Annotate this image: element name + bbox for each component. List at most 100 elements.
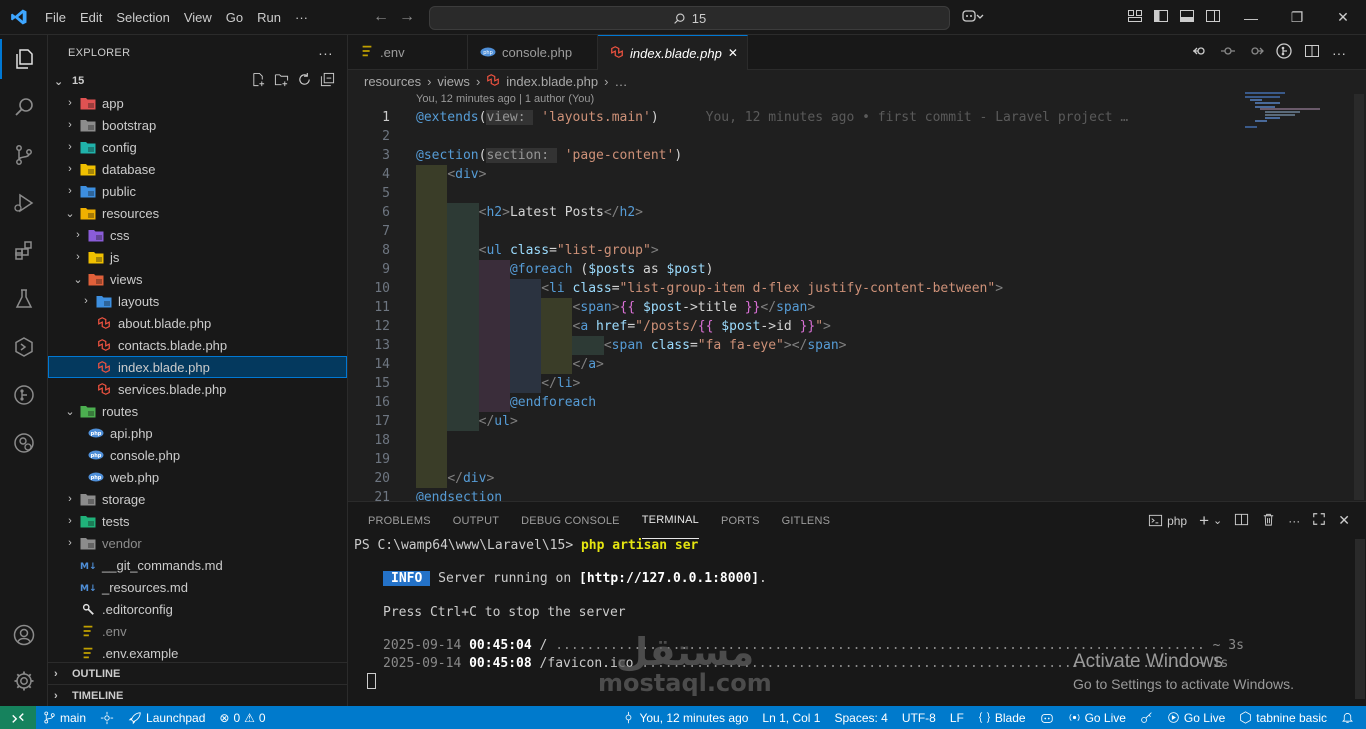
breadcrumb-item[interactable]: resources (364, 74, 421, 89)
chevron-down-icon[interactable]: ⌄ (1213, 514, 1222, 527)
tree-folder[interactable]: › public (48, 180, 347, 202)
menu-item[interactable]: Edit (73, 0, 109, 35)
more-actions-icon[interactable]: ··· (1288, 514, 1300, 528)
refresh-icon[interactable] (297, 72, 312, 90)
tree-folder[interactable]: ⌄ routes (48, 400, 347, 422)
codelens-blame[interactable]: You, 12 minutes ago | 1 author (You) (416, 93, 594, 105)
tree-folder[interactable]: › storage (48, 488, 347, 510)
split-terminal-icon[interactable] (1234, 512, 1249, 530)
search-view-icon[interactable] (0, 87, 48, 127)
forward-arrow-icon[interactable]: → (399, 8, 415, 26)
tree-folder[interactable]: ⌄ views (48, 268, 347, 290)
tree-file[interactable]: M↓ _resources.md (48, 576, 347, 598)
tree-folder[interactable]: › vendor (48, 532, 347, 554)
gitlens-blame-status[interactable]: You, 12 minutes ago (615, 706, 755, 729)
code-line[interactable]: 2 (348, 127, 1348, 146)
code-line[interactable]: 6 <h2>Latest Posts</h2> (348, 203, 1348, 222)
go-live-button-2[interactable]: Go Live (1160, 706, 1232, 729)
accounts-icon[interactable] (0, 615, 48, 655)
split-editor-icon[interactable] (1304, 43, 1320, 62)
run-and-debug-icon[interactable] (0, 183, 48, 223)
explorer-icon[interactable] (0, 39, 48, 79)
launchpad-button[interactable]: Launchpad (121, 706, 212, 729)
tree-folder[interactable]: › config (48, 136, 347, 158)
gitlens-icon[interactable] (0, 375, 48, 415)
close-tab-icon[interactable]: ✕ (728, 46, 738, 60)
sync-icon[interactable] (93, 706, 121, 729)
code-line[interactable]: 8 <ul class="list-group"> (348, 241, 1348, 260)
explorer-more-actions[interactable]: ··· (318, 45, 333, 61)
code-line[interactable]: 13 <span class="fa fa-eye"></span> (348, 336, 1348, 355)
problems-indicator[interactable]: ⊗ 0 ⚠ 0 (212, 706, 272, 729)
menu-item[interactable]: Run (250, 0, 288, 35)
encoding[interactable]: UTF-8 (895, 706, 943, 729)
code-line[interactable]: 11 <span>{{ $post->title }}</span> (348, 298, 1348, 317)
tree-file[interactable]: about.blade.php (48, 312, 347, 334)
tree-file[interactable]: php web.php (48, 466, 347, 488)
tree-file[interactable]: .env.example (48, 642, 347, 664)
tree-folder[interactable]: › js (48, 246, 347, 268)
terminal-shell-selector[interactable]: php (1148, 513, 1187, 528)
tree-folder[interactable]: › database (48, 158, 347, 180)
new-file-icon[interactable] (251, 72, 266, 90)
code-line[interactable]: 9 @foreach ($posts as $post) (348, 260, 1348, 279)
timeline-section[interactable]: › TIMELINE (48, 684, 348, 706)
code-line[interactable]: 3 @section(section: 'page-content') (348, 146, 1348, 165)
code-line[interactable]: 4 <div> (348, 165, 1348, 184)
customize-layout-icon[interactable] (1127, 8, 1143, 27)
menu-item[interactable]: ··· (288, 0, 315, 35)
panel-tab[interactable]: TERMINAL (641, 502, 699, 539)
tree-file[interactable]: php api.php (48, 422, 347, 444)
remote-icon[interactable] (0, 706, 36, 729)
panel-tab[interactable]: GITLENS (782, 502, 830, 539)
panel-tab[interactable]: OUTPUT (453, 502, 499, 539)
editor-tab[interactable]: index.blade.php ✕ (598, 35, 748, 70)
close-window-button[interactable]: ✕ (1320, 0, 1366, 35)
language-mode[interactable]: Blade (971, 706, 1033, 729)
back-arrow-icon[interactable]: ← (373, 8, 389, 26)
code-line[interactable]: 21 @endsection (348, 488, 1348, 501)
more-actions-icon[interactable]: ··· (1332, 45, 1346, 61)
notifications-bell-icon[interactable] (1334, 706, 1366, 729)
toggle-secondary-sidebar-icon[interactable] (1205, 8, 1221, 27)
close-panel-icon[interactable]: ✕ (1338, 512, 1350, 529)
tree-file[interactable]: php console.php (48, 444, 347, 466)
editor-scrollbar[interactable] (1352, 92, 1366, 500)
menu-item[interactable]: View (177, 0, 219, 35)
editor-tab[interactable]: .env (348, 35, 468, 70)
outline-section[interactable]: › OUTLINE (48, 662, 348, 684)
minimap[interactable] (1240, 92, 1350, 132)
new-folder-icon[interactable] (274, 72, 289, 90)
code-line[interactable]: 20 </div> (348, 469, 1348, 488)
code-editor[interactable]: 1 @extends(view: 'layouts.main') You, 12 … (348, 108, 1348, 501)
testing-icon[interactable] (0, 279, 48, 319)
code-line[interactable]: 14 </a> (348, 355, 1348, 374)
remote-explorer-icon[interactable] (0, 327, 48, 367)
collapse-all-icon[interactable] (320, 72, 335, 90)
restore-button[interactable]: ❐ (1274, 0, 1320, 35)
code-line[interactable]: 10 <li class="list-group-item d-flex jus… (348, 279, 1348, 298)
breadcrumb-item[interactable]: … (614, 74, 627, 89)
kill-terminal-trash-icon[interactable] (1261, 512, 1276, 530)
code-line[interactable]: 19 (348, 450, 1348, 469)
gitlens-blame-icon[interactable] (1276, 43, 1292, 62)
code-line[interactable]: 15 </li> (348, 374, 1348, 393)
tabnine-status[interactable]: tabnine basic (1232, 706, 1334, 729)
command-center-search[interactable]: 15 (429, 6, 950, 30)
gitlens-inspect-icon[interactable] (0, 423, 48, 463)
panel-tab[interactable]: PORTS (721, 502, 760, 539)
tree-folder[interactable]: › layouts (48, 290, 347, 312)
menu-item[interactable]: Selection (109, 0, 176, 35)
panel-tab[interactable]: PROBLEMS (368, 502, 431, 539)
tree-folder[interactable]: › css (48, 224, 347, 246)
end-of-line[interactable]: LF (943, 706, 971, 729)
tree-file[interactable]: .env (48, 620, 347, 642)
panel-tab[interactable]: DEBUG CONSOLE (521, 502, 620, 539)
tree-folder[interactable]: › tests (48, 510, 347, 532)
code-line[interactable]: 12 <a href="/posts/{{ $post->id }}"> (348, 317, 1348, 336)
code-line[interactable]: 5 (348, 184, 1348, 203)
minimize-button[interactable]: — (1228, 0, 1274, 35)
code-line[interactable]: 1 @extends(view: 'layouts.main') You, 12 … (348, 108, 1348, 127)
code-line[interactable]: 18 (348, 431, 1348, 450)
copilot-icon[interactable] (962, 8, 984, 27)
